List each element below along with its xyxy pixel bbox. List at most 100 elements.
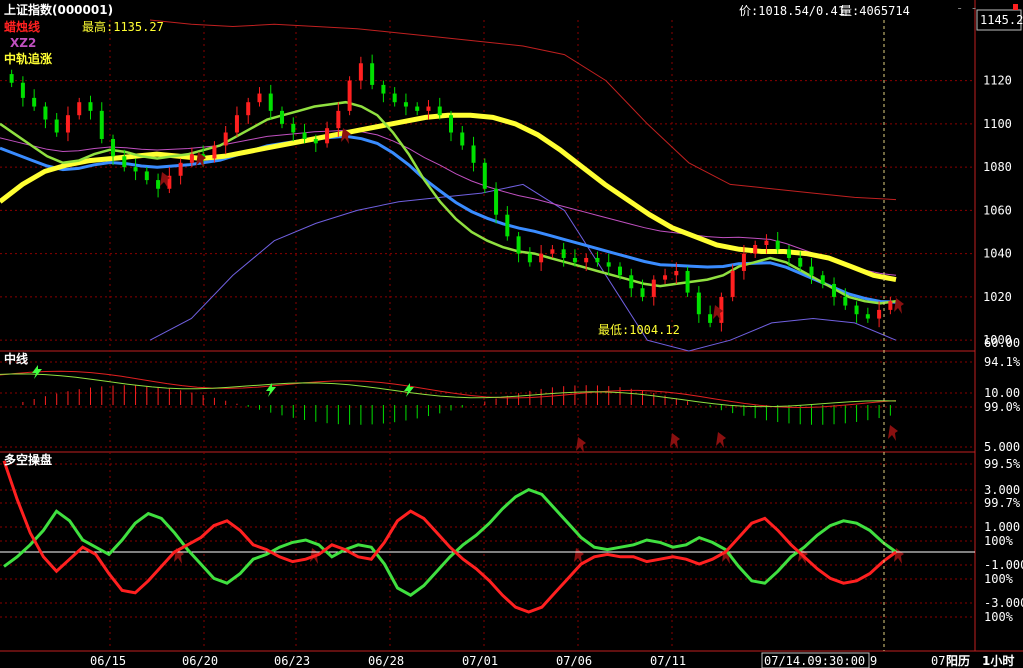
- y-tick-label: 1060: [983, 203, 1012, 217]
- bot-tick-0: 99.5%: [984, 457, 1021, 471]
- candle-body: [212, 145, 217, 159]
- mid-tick-0: 60.00: [984, 336, 1020, 350]
- x-tick-4: 07/01: [462, 654, 498, 668]
- candle-body: [32, 97, 37, 107]
- bottom-panel-title: 多空操盘: [4, 452, 52, 467]
- corner-marker: [1013, 4, 1018, 10]
- buy-arrow: [266, 383, 276, 397]
- candle-body: [708, 314, 713, 323]
- mid-indicator: [0, 365, 897, 425]
- bull-bear-indicator: [2, 460, 897, 614]
- moving-averages: [0, 100, 897, 305]
- candle-body: [482, 162, 487, 189]
- mid-tick-1: 94.1%: [984, 355, 1021, 369]
- bottom-grid: [0, 463, 975, 618]
- candle-body: [685, 270, 690, 293]
- candle-body: [651, 279, 656, 297]
- candle-body: [156, 180, 161, 189]
- candle-body: [527, 253, 532, 263]
- candle-body: [189, 154, 194, 163]
- high-label: 最高:1135.27: [82, 19, 164, 34]
- candle-body: [516, 236, 521, 254]
- candle-body: [640, 288, 645, 297]
- y-tick-label: 1100: [983, 117, 1012, 131]
- candle-body: [809, 266, 814, 276]
- candle-body: [663, 275, 668, 280]
- legend-xz2: XZ2: [10, 36, 36, 50]
- y-tick-label: 1120: [983, 74, 1012, 88]
- candle-body: [471, 145, 476, 163]
- candle-body: [280, 110, 285, 124]
- candle-body: [674, 270, 679, 276]
- bot-tick-6: 100%: [984, 572, 1014, 586]
- bot-tick-3: 1.000: [984, 520, 1020, 534]
- candle-body: [460, 132, 465, 146]
- candle-body: [122, 156, 127, 168]
- y-axis-labels: 1000102010401060108011001120: [983, 74, 1012, 348]
- candle-body: [584, 257, 589, 263]
- candlesticks[interactable]: [9, 54, 893, 332]
- mid-red-line: [0, 370, 897, 409]
- candle-body: [392, 93, 397, 103]
- candle-body: [77, 102, 82, 116]
- bot-tick-5: -1.000: [984, 558, 1023, 572]
- sell-arrow: [576, 437, 586, 453]
- candle-body: [415, 106, 420, 111]
- candle-body: [764, 240, 769, 245]
- x-tick-9: 07: [931, 654, 945, 668]
- sell-arrow: [888, 425, 898, 441]
- candle-body: [449, 115, 453, 133]
- candle-body: [888, 301, 893, 310]
- candle-body: [775, 240, 780, 250]
- candle-body: [426, 106, 431, 111]
- mid-panel-title: 中线: [4, 351, 28, 366]
- scroll-ticks: - -: [956, 1, 978, 15]
- candle-body: [877, 309, 882, 319]
- candle-body: [539, 253, 544, 263]
- candle-body: [843, 296, 848, 306]
- candle-body: [494, 188, 499, 215]
- candle-body: [347, 80, 352, 111]
- candle-body: [234, 115, 239, 133]
- calendar-label[interactable]: 阳历: [946, 653, 970, 668]
- candle-body: [111, 138, 116, 157]
- candle-body: [741, 253, 746, 271]
- candle-body: [730, 270, 735, 297]
- upper-band-line: [149, 19, 897, 201]
- bot-tick-7: -3.000: [984, 596, 1023, 610]
- y-tick-label: 1040: [983, 247, 1012, 261]
- period-label[interactable]: 1小时: [982, 653, 1014, 668]
- candle-body: [325, 128, 330, 144]
- candle-body: [561, 249, 566, 258]
- ma-blue-line: [0, 134, 897, 304]
- stock-chart[interactable]: 1000102010401060108011001120 上证指数(000001…: [0, 0, 1023, 668]
- x-tick-6: 07/11: [650, 654, 686, 668]
- candle-body: [854, 305, 859, 315]
- bot-tick-1: 3.000: [984, 483, 1020, 497]
- candle-body: [595, 257, 600, 263]
- candle-body: [358, 63, 363, 81]
- x-tick-3: 06/28: [368, 654, 404, 668]
- bot-tick-2: 99.7%: [984, 496, 1021, 510]
- signal-arrows: [160, 128, 904, 564]
- candle-body: [133, 167, 138, 172]
- x-tick-0: 06/15: [90, 654, 126, 668]
- ma-green-line: [0, 100, 897, 305]
- candle-body: [820, 275, 825, 284]
- candle-body: [370, 63, 375, 85]
- candle-body: [291, 123, 296, 133]
- candle-body: [65, 115, 70, 133]
- volume-readout: 量:4065714: [840, 4, 910, 18]
- x-tick-8: 9: [870, 654, 877, 668]
- candle-body: [629, 275, 634, 289]
- candle-body: [798, 257, 803, 267]
- candle-body: [696, 292, 701, 315]
- candle-body: [832, 283, 837, 297]
- candle-body: [246, 102, 251, 116]
- candle-body: [302, 132, 307, 139]
- candle-body: [550, 249, 555, 254]
- candle-body: [223, 132, 228, 146]
- legend-midband: 中轨追涨: [4, 51, 52, 66]
- bollinger-bands: [149, 19, 897, 352]
- candle-body: [99, 110, 104, 139]
